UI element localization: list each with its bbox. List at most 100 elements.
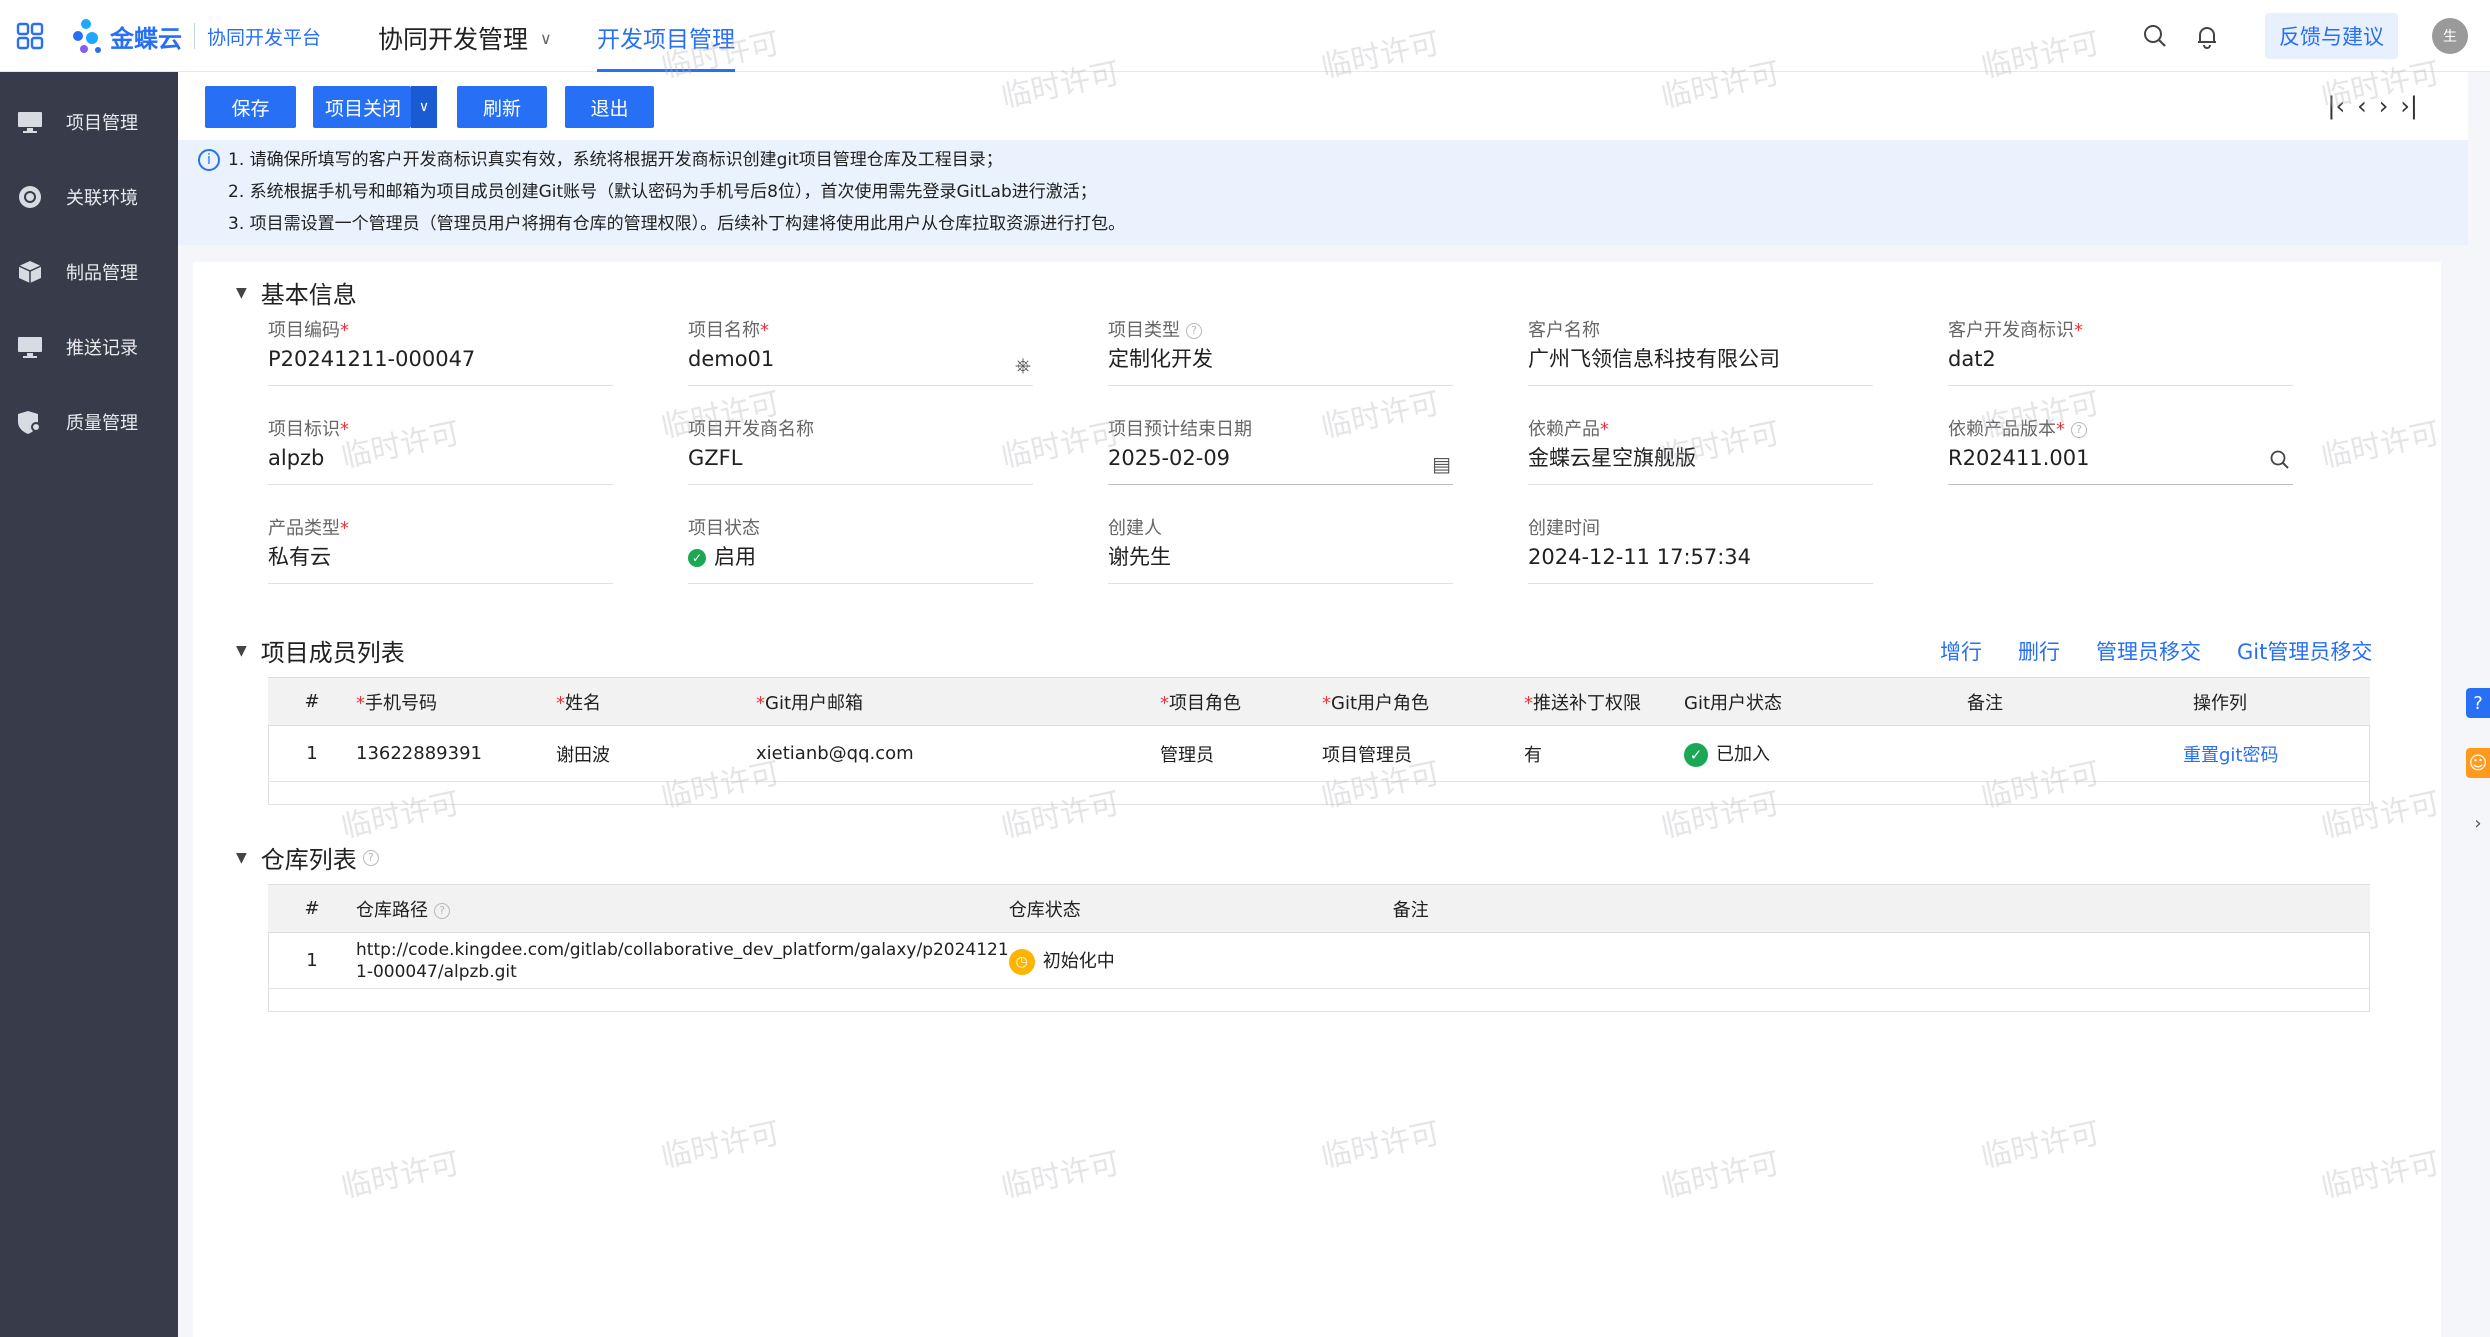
transfer-git-admin-link[interactable]: Git管理员移交 xyxy=(2237,636,2372,666)
project-ident-value: alpzb xyxy=(268,441,613,485)
reset-git-password-link[interactable]: 重置git密码 xyxy=(2183,745,2278,766)
field-project-type: 项目类型? 定制化开发 xyxy=(1108,316,1453,386)
brand-logo[interactable]: 金蝶云 协同开发平台 xyxy=(70,14,321,58)
section-members[interactable]: ▼ 项目成员列表 xyxy=(236,633,405,668)
column-header: 操作列 xyxy=(2183,677,2370,726)
prev-record-icon[interactable]: ‹ xyxy=(2357,92,2367,120)
column-header: *项目角色 xyxy=(1160,677,1322,726)
module-menu[interactable]: 协同开发管理 ∨ xyxy=(378,20,552,56)
avatar[interactable]: 生 xyxy=(2432,18,2468,54)
field-created-time: 创建时间 2024-12-11 17:57:34 xyxy=(1528,514,1873,584)
cell-permission[interactable]: 有 xyxy=(1524,725,1684,782)
cell-note[interactable] xyxy=(1392,932,2370,989)
search-icon[interactable] xyxy=(2269,449,2291,471)
required-mark: * xyxy=(340,419,349,440)
sidebar-item-quality[interactable]: 质量管理 xyxy=(0,384,178,459)
bell-icon[interactable] xyxy=(2193,22,2221,50)
collapse-right-icon[interactable]: › xyxy=(2466,808,2490,838)
members-table: # *手机号码 *姓名 *Git用户邮箱 *项目角色 *Git用户角色 *推送补… xyxy=(268,677,2370,782)
field-label: 产品类型 xyxy=(268,518,340,539)
next-record-icon[interactable]: › xyxy=(2379,92,2389,120)
sidebar-item-env[interactable]: 关联环境 xyxy=(0,159,178,234)
cell-name[interactable]: 谢田波 xyxy=(556,725,756,782)
field-customer-name: 客户名称 广州飞领信息科技有限公司 xyxy=(1528,316,1873,386)
field-creator: 创建人 谢先生 xyxy=(1108,514,1453,584)
developer-id-value: dat2 xyxy=(1948,342,2293,386)
module-menu-label: 协同开发管理 xyxy=(378,25,529,54)
refresh-button[interactable]: 刷新 xyxy=(457,86,547,128)
column-header: *Git用户角色 xyxy=(1322,677,1524,726)
git-status-value: 已加入 xyxy=(1716,744,1770,765)
question-icon: ? xyxy=(2473,692,2483,714)
ring-icon xyxy=(19,185,41,208)
field-label: 客户开发商标识 xyxy=(1948,320,2074,341)
column-header: # xyxy=(268,677,356,726)
exit-button[interactable]: 退出 xyxy=(565,86,654,128)
cell-git-role[interactable]: 项目管理员 xyxy=(1322,725,1524,782)
sidebar-item-project[interactable]: 项目管理 xyxy=(0,84,178,159)
save-button[interactable]: 保存 xyxy=(205,86,296,128)
calendar-icon[interactable]: ▤ xyxy=(1432,447,1451,481)
member-actions: 增行 删行 管理员移交 Git管理员移交 xyxy=(1904,636,2372,666)
repos-table: # 仓库路径? 仓库状态 备注 1 http://code.kingdee.co… xyxy=(268,884,2370,989)
product-value: 金蝶云星空旗舰版 xyxy=(1528,441,1873,485)
table-row[interactable]: 1 http://code.kingdee.com/gitlab/collabo… xyxy=(268,932,2370,989)
end-date-input[interactable]: 2025-02-09 ▤ xyxy=(1108,441,1453,485)
sidebar-item-label: 制品管理 xyxy=(66,262,138,284)
delete-row-link[interactable]: 删行 xyxy=(2018,636,2060,666)
cell-phone[interactable]: 13622889391 xyxy=(356,725,556,782)
sidebar-item-label: 质量管理 xyxy=(66,412,138,434)
table-row[interactable]: 1 13622889391 谢田波 xietianb@qq.com 管理员 项目… xyxy=(268,725,2370,782)
field-product-version: 依赖产品版本*? R202411.001 xyxy=(1948,415,2293,485)
feedback-button[interactable]: 反馈与建议 xyxy=(2265,13,2398,59)
cell-note[interactable] xyxy=(1967,725,2183,782)
field-label: 创建时间 xyxy=(1528,518,1600,539)
notice-banner: i 1. 请确保所填写的客户开发商标识真实有效，系统将根据开发商标识创建git项目… xyxy=(178,140,2468,245)
add-row-link[interactable]: 增行 xyxy=(1940,636,1982,666)
feedback-float-button[interactable]: ☺ xyxy=(2466,748,2490,778)
column-header: *Git用户邮箱 xyxy=(756,677,1160,726)
column-header: Git用户状态 xyxy=(1684,677,1967,726)
field-label: 项目名称 xyxy=(688,320,760,341)
project-name-input[interactable]: demo01 ⎈ xyxy=(688,342,1033,386)
sidebar-item-label: 关联环境 xyxy=(66,187,138,209)
help-icon[interactable]: ? xyxy=(434,902,450,919)
translate-globe-icon[interactable]: ⎈ xyxy=(1015,348,1031,382)
app-grid-icon[interactable] xyxy=(16,22,44,50)
section-repos[interactable]: ▼ 仓库列表 ? xyxy=(236,840,379,875)
creator-value: 谢先生 xyxy=(1108,540,1453,584)
chevron-down-icon[interactable]: ∨ xyxy=(411,86,437,128)
project-close-button[interactable]: 项目关闭 xyxy=(313,86,411,128)
chevron-down-icon: ∨ xyxy=(540,28,552,48)
help-icon[interactable]: ? xyxy=(1186,323,1202,339)
tab-dev-project[interactable]: 开发项目管理 xyxy=(597,20,735,72)
cell-index: 1 xyxy=(268,725,356,782)
repo-path-line-2: 1-000047/alpzb.git xyxy=(356,961,517,982)
platform-name: 协同开发平台 xyxy=(207,26,322,49)
end-date-value: 2025-02-09 xyxy=(1108,446,1231,470)
sidebar-item-push[interactable]: 推送记录 xyxy=(0,309,178,384)
product-version-input[interactable]: R202411.001 xyxy=(1948,441,2293,485)
search-icon[interactable] xyxy=(2141,22,2169,50)
sidebar-item-artifact[interactable]: 制品管理 xyxy=(0,234,178,309)
cell-email[interactable]: xietianb@qq.com xyxy=(756,725,1160,782)
section-title: 仓库列表 xyxy=(260,846,357,874)
help-icon[interactable]: ? xyxy=(362,849,379,866)
field-label: 客户名称 xyxy=(1528,320,1600,341)
project-status-value: 启用 xyxy=(714,545,756,569)
help-float-button[interactable]: ? xyxy=(2466,688,2490,718)
help-icon[interactable]: ? xyxy=(2071,422,2087,438)
transfer-admin-link[interactable]: 管理员移交 xyxy=(2096,636,2201,666)
required-mark: * xyxy=(2056,419,2065,440)
last-record-icon[interactable]: ›| xyxy=(2400,92,2418,120)
column-header: *推送补丁权限 xyxy=(1524,677,1684,726)
cell-repo-path: http://code.kingdee.com/gitlab/collabora… xyxy=(356,932,1009,989)
cell-role[interactable]: 管理员 xyxy=(1160,725,1322,782)
section-basic-info[interactable]: ▼ 基本信息 xyxy=(236,275,357,310)
product-version-value: R202411.001 xyxy=(1948,446,2090,470)
clock-icon: ◷ xyxy=(1008,948,1035,975)
first-record-icon[interactable]: |‹ xyxy=(2327,92,2345,120)
column-header: *姓名 xyxy=(556,677,756,726)
collapse-triangle-icon: ▼ xyxy=(236,284,247,301)
field-product: 依赖产品* 金蝶云星空旗舰版 xyxy=(1528,415,1873,485)
